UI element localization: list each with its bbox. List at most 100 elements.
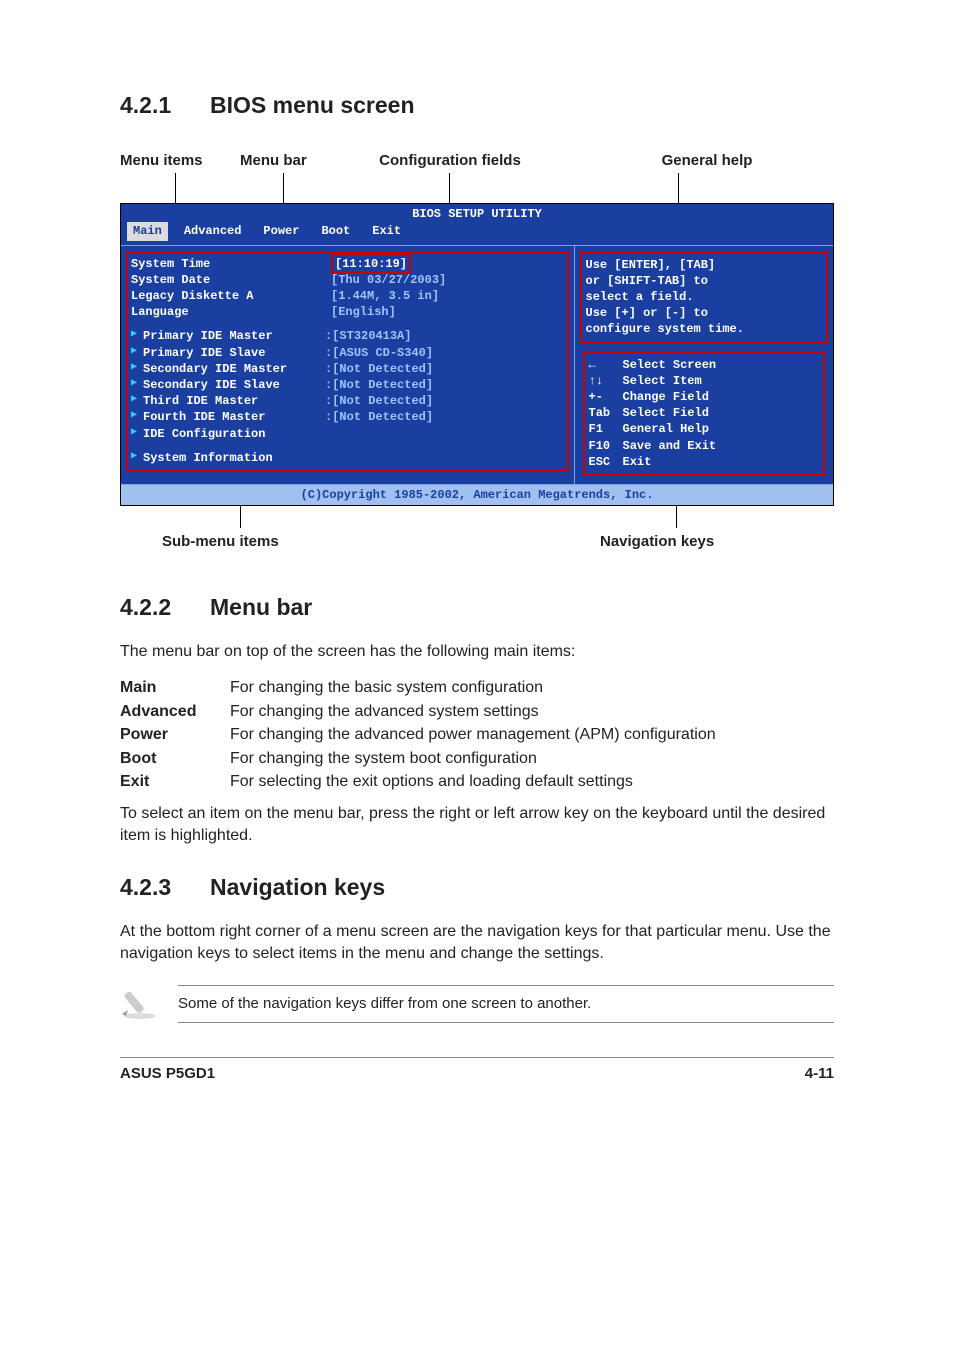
bios-row[interactable]: ▶Primary IDE Slave:[ASUS CD-S340]: [131, 345, 564, 361]
help-line: or [SHIFT-TAB] to: [586, 273, 823, 289]
bios-row[interactable]: ▶ System Information: [131, 450, 564, 466]
row-value: :[Not Detected]: [325, 393, 433, 409]
bios-screenshot: BIOS SETUP UTILITY Main Advanced Power B…: [120, 203, 834, 506]
pencil-icon: [120, 980, 162, 1027]
section-number: 4.2.3: [120, 872, 192, 903]
caret-icon: ▶: [131, 328, 137, 344]
row-value: [Thu 03/27/2003]: [331, 272, 446, 288]
anno-navigation-keys: Navigation keys: [470, 532, 834, 552]
section-title: Navigation keys: [210, 872, 385, 903]
annotation-lines-bottom: [120, 506, 834, 528]
def-term: Boot: [120, 748, 230, 770]
nav-key: ESC: [589, 454, 623, 470]
bios-tab-main[interactable]: Main: [127, 222, 168, 240]
bios-row[interactable]: ▶Third IDE Master:[Not Detected]: [131, 393, 564, 409]
def-row: MainFor changing the basic system config…: [120, 677, 834, 699]
bios-tab-boot[interactable]: Boot: [315, 222, 356, 240]
nav-key: ←: [589, 357, 623, 373]
row-value: :[Not Detected]: [325, 377, 433, 393]
def-row: ExitFor selecting the exit options and l…: [120, 771, 834, 793]
paragraph: The menu bar on top of the screen has th…: [120, 641, 834, 663]
caret-icon: ▶: [131, 361, 137, 377]
help-line: Use [+] or [-] to: [586, 305, 823, 321]
annotation-row-top: Menu items Menu bar Configuration fields…: [120, 151, 834, 171]
section-heading: 4.2.1 BIOS menu screen: [120, 90, 834, 121]
row-value: [1.44M, 3.5 in]: [331, 288, 439, 304]
row-label: Legacy Diskette A: [131, 288, 331, 304]
footer-right: 4-11: [805, 1064, 834, 1084]
nav-key: ↑↓: [589, 373, 623, 389]
row-label: Primary IDE Master: [143, 328, 325, 344]
bios-row[interactable]: ▶Fourth IDE Master:[Not Detected]: [131, 409, 564, 425]
bios-row[interactable]: ▶IDE Configuration: [131, 426, 564, 442]
anno-menu-bar: Menu bar: [240, 151, 350, 171]
section-title: BIOS menu screen: [210, 90, 415, 121]
paragraph: To select an item on the menu bar, press…: [120, 803, 834, 846]
nav-desc: Select Screen: [623, 357, 717, 373]
anno-config-fields: Configuration fields: [350, 151, 550, 171]
nav-keys-highlight: ←Select Screen ↑↓Select Item +-Change Fi…: [583, 351, 826, 476]
annotation-row-bottom: Sub-menu items Navigation keys: [120, 532, 834, 552]
caret-icon: ▶: [131, 426, 137, 442]
bios-row[interactable]: ▶Secondary IDE Master:[Not Detected]: [131, 361, 564, 377]
def-desc: For changing the system boot configurati…: [230, 748, 834, 770]
nav-desc: Exit: [623, 454, 652, 470]
row-label: System Information: [143, 450, 343, 466]
nav-line: F1General Help: [589, 421, 820, 437]
bios-row[interactable]: System Time [11:10:19]: [131, 256, 564, 272]
note-box: Some of the navigation keys differ from …: [120, 980, 834, 1027]
nav-desc: Change Field: [623, 389, 709, 405]
row-value: :[ASUS CD-S340]: [325, 345, 433, 361]
row-value: :[Not Detected]: [325, 409, 433, 425]
def-desc: For changing the advanced power manageme…: [230, 724, 834, 746]
row-label: Secondary IDE Master: [143, 361, 325, 377]
row-label: Third IDE Master: [143, 393, 325, 409]
bios-row[interactable]: ▶ Primary IDE Master:[ST320413A]: [131, 328, 564, 344]
bios-footer: (C)Copyright 1985-2002, American Megatre…: [121, 485, 833, 505]
def-row: AdvancedFor changing the advanced system…: [120, 701, 834, 723]
caret-icon: ▶: [131, 409, 137, 425]
section-heading: 4.2.3 Navigation keys: [120, 872, 834, 903]
def-row: PowerFor changing the advanced power man…: [120, 724, 834, 746]
nav-line: F10Save and Exit: [589, 438, 820, 454]
help-line: Use [ENTER], [TAB]: [586, 257, 823, 273]
bios-tab-power[interactable]: Power: [257, 222, 305, 240]
bios-left-pane: System Time [11:10:19] System Date [Thu …: [121, 246, 574, 484]
menu-items-highlight: System Time [11:10:19] System Date [Thu …: [126, 251, 569, 471]
bios-row[interactable]: Language [English]: [131, 304, 564, 320]
def-desc: For selecting the exit options and loadi…: [230, 771, 834, 793]
page-footer: ASUS P5GD1 4-11: [120, 1057, 834, 1084]
section-title: Menu bar: [210, 592, 312, 623]
paragraph: At the bottom right corner of a menu scr…: [120, 921, 834, 964]
bios-row[interactable]: Legacy Diskette A [1.44M, 3.5 in]: [131, 288, 564, 304]
def-term: Exit: [120, 771, 230, 793]
bios-row[interactable]: System Date [Thu 03/27/2003]: [131, 272, 564, 288]
anno-menu-items: Menu items: [120, 151, 240, 171]
caret-icon: ▶: [131, 345, 137, 361]
bios-menu-bar: Main Advanced Power Boot Exit: [121, 222, 833, 244]
nav-key: F10: [589, 438, 623, 454]
def-desc: For changing the basic system configurat…: [230, 677, 834, 699]
row-label: System Time: [131, 256, 331, 272]
row-label: Language: [131, 304, 331, 320]
nav-desc: Select Item: [623, 373, 702, 389]
note-text: Some of the navigation keys differ from …: [178, 985, 834, 1023]
bios-row[interactable]: ▶ Secondary IDE Slave:[Not Detected]: [131, 377, 564, 393]
row-value[interactable]: [11:10:19]: [331, 254, 411, 274]
row-value: :[ST320413A]: [325, 328, 411, 344]
nav-desc: Select Field: [623, 405, 709, 421]
help-line: select a field.: [586, 289, 823, 305]
bios-tab-exit[interactable]: Exit: [366, 222, 407, 240]
row-label: System Date: [131, 272, 331, 288]
def-row: BootFor changing the system boot configu…: [120, 748, 834, 770]
caret-icon: ▶: [131, 377, 137, 393]
anno-submenu-items: Sub-menu items: [120, 532, 470, 552]
bios-body: System Time [11:10:19] System Date [Thu …: [121, 245, 833, 485]
anno-general-help: General help: [550, 151, 834, 171]
caret-icon: ▶: [131, 450, 137, 466]
bios-tab-advanced[interactable]: Advanced: [178, 222, 248, 240]
footer-left: ASUS P5GD1: [120, 1064, 215, 1084]
row-label: Secondary IDE Slave: [143, 377, 325, 393]
def-term: Main: [120, 677, 230, 699]
annotation-lines-top: [120, 173, 834, 203]
